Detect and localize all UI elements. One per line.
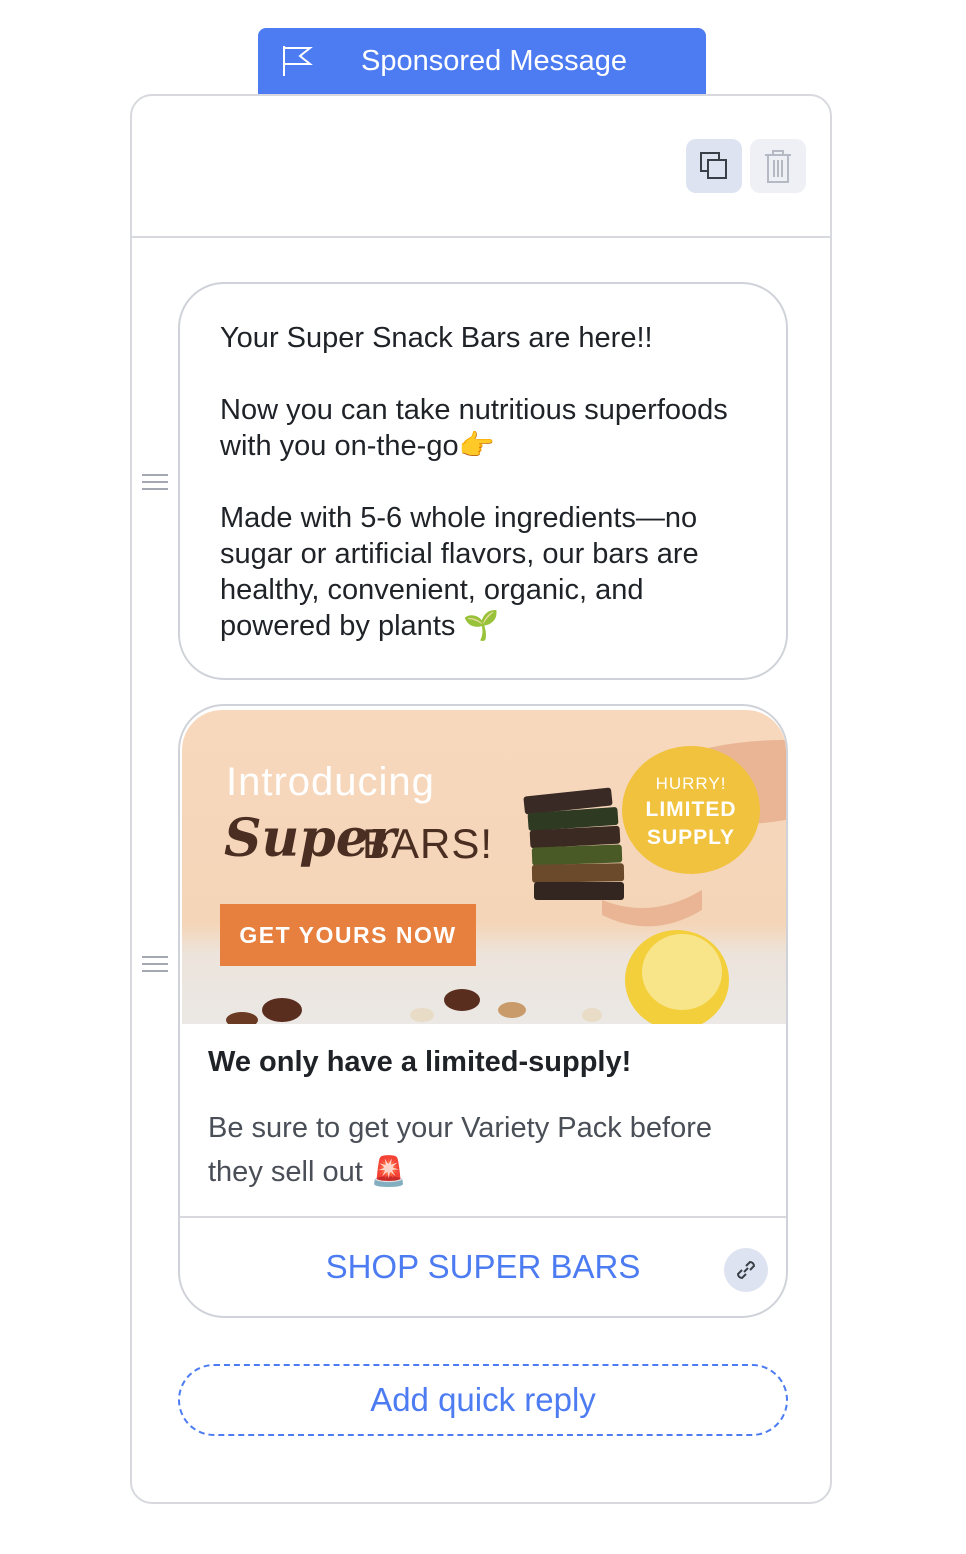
copy-icon — [700, 152, 727, 179]
duplicate-button[interactable] — [686, 139, 742, 193]
chain-link-glyph — [736, 1260, 756, 1280]
card-image: Introducing Super BARS! GET YOURS NOW HU… — [182, 710, 786, 1024]
message-line-3: Made with 5-6 whole ingredients—no sugar… — [220, 502, 699, 642]
card-message-bubble[interactable]: Introducing Super BARS! GET YOURS NOW HU… — [178, 704, 788, 1318]
delete-button[interactable] — [750, 139, 806, 193]
card-subtitle: Be sure to get your Variety Pack before … — [208, 1112, 713, 1188]
add-quick-reply-button[interactable]: Add quick reply — [178, 1364, 788, 1436]
banner-intro-text: Introducing — [226, 760, 435, 804]
tab-label: Sponsored Message — [361, 45, 627, 77]
shop-button[interactable]: SHOP SUPER BARS — [180, 1218, 786, 1316]
message-panel: Your Super Snack Bars are here!! Now you… — [130, 94, 832, 1504]
text-message-bubble[interactable]: Your Super Snack Bars are here!! Now you… — [178, 282, 788, 680]
drag-handle-text[interactable] — [142, 474, 168, 490]
drag-handle-card[interactable] — [142, 956, 168, 972]
message-line-1: Your Super Snack Bars are here!! — [220, 322, 653, 354]
message-line-2: Now you can take nutritious superfoods w… — [220, 394, 728, 462]
limited-supply-badge: HURRY! LIMITED SUPPLY — [622, 746, 760, 874]
banner-cta: GET YOURS NOW — [220, 904, 476, 966]
flag-icon — [283, 46, 313, 76]
card-title: We only have a limited-supply! — [208, 1046, 632, 1078]
banner-bars-text: BARS! — [362, 820, 494, 867]
panel-header — [132, 96, 830, 238]
trash-icon — [765, 150, 791, 183]
sponsored-message-tab: Sponsored Message — [258, 28, 706, 94]
link-icon[interactable] — [724, 1248, 768, 1292]
